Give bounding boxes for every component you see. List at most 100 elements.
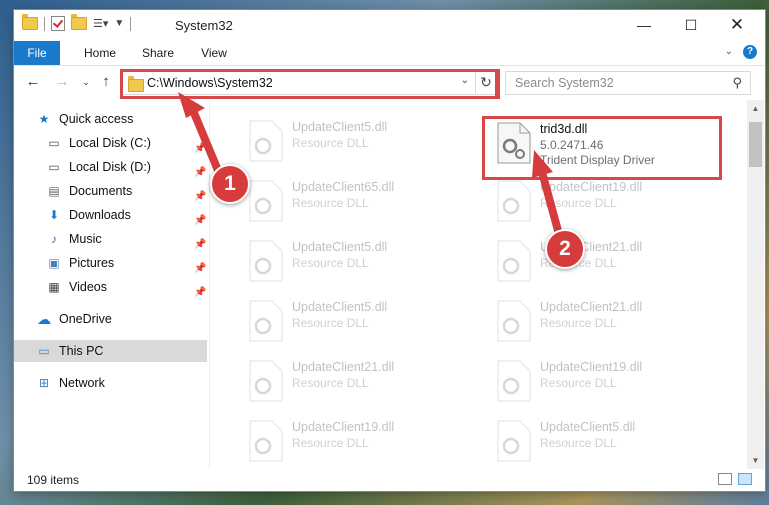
file-type: Resource DLL — [540, 436, 617, 450]
file-name: UpdateClient65.dll — [292, 180, 395, 194]
address-dropdown-icon[interactable]: ⌄ — [461, 75, 469, 86]
sidebar-item-onedrive[interactable]: ☁ OneDrive — [36, 308, 229, 330]
expand-ribbon-icon[interactable]: ⌄ — [725, 46, 733, 57]
toolbar-divider — [44, 16, 45, 31]
file-version: 5.0.2471.46 — [540, 138, 604, 152]
recent-locations-button[interactable]: ⌄ — [76, 72, 96, 92]
search-box[interactable]: Search System32 ⚲ — [505, 71, 751, 95]
pin-icon: 📌 — [194, 263, 207, 274]
list-item[interactable]: UpdateClient5.dll Resource DLL — [236, 294, 466, 346]
pin-icon: 📌 — [194, 167, 207, 178]
sidebar-item-label: Music — [69, 232, 102, 246]
tab-view[interactable]: View — [194, 41, 234, 65]
pin-icon: 📌 — [194, 143, 207, 154]
documents-icon: ▤ — [48, 184, 60, 198]
list-item[interactable]: UpdateClient5.dll Resource DLL — [236, 234, 466, 286]
list-item[interactable]: UpdateClient19.dll Resource DLL — [236, 414, 466, 466]
dll-file-icon — [497, 122, 531, 164]
file-name: UpdateClient21.dll — [292, 360, 395, 374]
file-type: Resource DLL — [540, 196, 617, 210]
status-bar: 109 items — [14, 469, 765, 491]
file-name: UpdateClient5.dll — [292, 240, 388, 254]
videos-icon: ▦ — [48, 280, 60, 294]
refresh-button[interactable]: ↻ — [475, 71, 496, 93]
navigation-bar: ← → ⌄ ↑ C:\Windows\System32 ⌄ ↻ Search S… — [14, 66, 765, 99]
search-icon[interactable]: ⚲ — [732, 75, 742, 91]
sidebar-item-label: Documents — [69, 184, 133, 198]
close-button[interactable]: ✕ — [714, 10, 760, 40]
file-type: Resource DLL — [292, 376, 369, 390]
sidebar-item-quick-access[interactable]: ★ Quick access — [36, 108, 229, 130]
file-type: Resource DLL — [292, 256, 369, 270]
list-item[interactable]: UpdateClient65.dll Resource DLL — [236, 174, 466, 226]
star-icon: ★ — [38, 112, 50, 126]
callout-badge-2: 2 — [545, 229, 585, 269]
sidebar-item-this-pc[interactable]: ▭ This PC — [14, 340, 207, 362]
address-path[interactable]: C:\Windows\System32 — [147, 76, 273, 90]
window-title: System32 — [175, 18, 233, 33]
ribbon-tabs: File Home Share View ⌄ ? — [14, 41, 765, 66]
file-name: UpdateClient5.dll — [292, 120, 388, 134]
forward-button[interactable]: → — [52, 72, 72, 92]
up-button[interactable]: ↑ — [96, 72, 116, 92]
list-item-trid3d-dll[interactable]: trid3d.dll 5.0.2471.46 Trident Display D… — [484, 116, 714, 168]
pin-icon: 📌 — [194, 287, 207, 298]
file-type: Resource DLL — [292, 316, 369, 330]
new-folder-icon[interactable] — [71, 14, 87, 30]
file-type: Resource DLL — [540, 316, 617, 330]
navigation-pane: ★ Quick access ▭ Local Disk (C:) ▭ Local… — [14, 100, 209, 469]
sidebar-item-label: Videos — [69, 280, 107, 294]
list-item[interactable]: UpdateClient21.dll Resource DLL — [236, 354, 466, 406]
address-bar[interactable]: C:\Windows\System32 ⌄ — [122, 71, 496, 95]
file-name: UpdateClient19.dll — [540, 180, 643, 194]
file-type: Resource DLL — [292, 136, 369, 150]
tab-home[interactable]: Home — [78, 41, 122, 65]
dll-file-icon — [497, 360, 531, 402]
list-item[interactable]: UpdateClient21.dll Resource DLL — [484, 294, 714, 346]
title-bar: ☰▾ ▼ System32 — ☐ ✕ — [14, 10, 765, 41]
file-type: Resource DLL — [292, 196, 369, 210]
minimize-button[interactable]: — — [621, 10, 667, 40]
pictures-icon: ▣ — [48, 256, 60, 270]
dll-file-icon — [497, 240, 531, 282]
maximize-button[interactable]: ☐ — [668, 10, 714, 40]
sidebar-item-label: Downloads — [69, 208, 131, 222]
file-type: Resource DLL — [540, 376, 617, 390]
scroll-up-arrow-icon[interactable]: ▲ — [747, 100, 764, 117]
tab-file[interactable]: File — [14, 41, 60, 65]
sidebar-item-network[interactable]: ⊞ Network — [36, 372, 229, 394]
scrollbar-thumb[interactable] — [749, 122, 762, 167]
list-item[interactable]: UpdateClient5.dll Resource DLL — [484, 414, 714, 466]
pin-icon: 📌 — [194, 191, 207, 202]
sidebar-item-label: Pictures — [69, 256, 115, 270]
details-view-icon[interactable] — [718, 473, 732, 485]
dll-file-icon — [249, 240, 283, 282]
back-button[interactable]: ← — [23, 72, 43, 92]
list-item[interactable]: UpdateClient21.dll Resource DLL — [484, 234, 714, 286]
tab-share[interactable]: Share — [136, 41, 180, 65]
title-divider — [130, 16, 132, 31]
large-icons-view-icon[interactable] — [738, 473, 752, 485]
list-item[interactable]: UpdateClient19.dll Resource DLL — [484, 174, 714, 226]
vertical-scrollbar[interactable]: ▲ ▼ — [747, 100, 764, 469]
folder-icon[interactable] — [22, 14, 38, 30]
quick-access-toolbar: ☰▾ ▼ — [22, 14, 132, 31]
list-item[interactable]: UpdateClient5.dll Resource DLL — [236, 114, 466, 166]
dll-file-icon — [249, 360, 283, 402]
toolbar-dropdown-icon[interactable]: ▼ — [114, 18, 124, 29]
music-icon: ♪ — [51, 232, 57, 246]
properties-icon[interactable] — [51, 16, 65, 31]
customize-toolbar-icon[interactable]: ☰▾ — [93, 17, 108, 30]
search-placeholder: Search System32 — [515, 76, 614, 90]
help-icon[interactable]: ? — [743, 45, 757, 59]
item-count: 109 items — [27, 473, 80, 487]
file-type: Resource DLL — [292, 436, 369, 450]
address-folder-icon — [128, 76, 144, 92]
file-description: Trident Display Driver — [540, 153, 655, 167]
list-item[interactable]: UpdateClient19.dll Resource DLL — [484, 354, 714, 406]
file-name: UpdateClient5.dll — [292, 300, 388, 314]
scroll-down-arrow-icon[interactable]: ▼ — [747, 452, 764, 469]
file-name: UpdateClient21.dll — [540, 300, 643, 314]
sidebar-item-label: This PC — [59, 344, 104, 358]
sidebar-item-label: Local Disk (C:) — [69, 136, 151, 150]
